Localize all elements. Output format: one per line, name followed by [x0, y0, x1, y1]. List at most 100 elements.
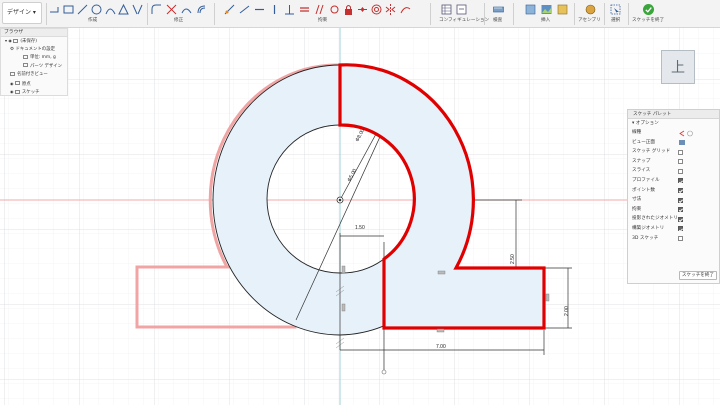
browser-item-design-type[interactable]: パーツ デザイン	[1, 63, 67, 72]
palette-row-label: 寸法	[632, 197, 642, 203]
checkbox-points[interactable]	[678, 188, 683, 194]
checkbox-construction-geometry[interactable]	[678, 226, 683, 232]
linetype-icon[interactable]	[678, 130, 686, 137]
checkbox-3d-sketch[interactable]	[678, 236, 683, 242]
palette-row-label: 投影されたジオメトリ	[632, 216, 678, 222]
extend-icon[interactable]	[180, 3, 193, 16]
dim-offset[interactable]: 1.50	[355, 225, 365, 231]
group-label-create[interactable]: 作成	[88, 17, 97, 23]
eye-icon[interactable]: ◉	[10, 81, 14, 86]
trim-icon[interactable]	[165, 3, 178, 16]
rectangle-icon[interactable]	[62, 3, 75, 16]
mirror-icon[interactable]	[131, 3, 144, 16]
browser-item-named-views[interactable]: 名前付きビュー	[1, 71, 67, 80]
palette-section-options[interactable]: ▾ オプション	[628, 119, 719, 128]
checkbox-grid[interactable]	[678, 149, 683, 155]
equal-icon[interactable]	[298, 3, 311, 16]
palette-row-label: 3D スケッチ	[632, 235, 659, 241]
parallel-icon[interactable]	[313, 3, 326, 16]
browser-item-sketches[interactable]: ◉ スケッチ	[1, 88, 67, 97]
curvature-icon[interactable]	[399, 3, 412, 16]
group-label-configurations[interactable]: コンフィギュレーション	[439, 17, 489, 23]
measure-icon[interactable]	[492, 3, 505, 16]
vertical-icon[interactable]	[268, 3, 281, 16]
gear-icon: ⚙	[10, 46, 15, 52]
workspace-switcher[interactable]: デザイン ▾	[2, 2, 42, 24]
checkbox-projected-geometry[interactable]	[678, 216, 683, 222]
viewcube[interactable]: 上	[661, 50, 695, 84]
circle-icon[interactable]	[90, 3, 103, 16]
palette-row-dimensions: 寸法	[628, 195, 719, 205]
config-icon[interactable]	[455, 3, 468, 16]
browser-item-origin[interactable]: ◉ 原点	[1, 80, 67, 89]
coincident-icon[interactable]	[223, 3, 236, 16]
checkbox-snap[interactable]	[678, 159, 683, 165]
palette-row-points: ポイント数	[628, 186, 719, 196]
checkbox-profile[interactable]	[678, 178, 683, 184]
checkbox-constraints[interactable]	[678, 207, 683, 213]
group-label-assemble[interactable]: アセンブリ	[578, 17, 601, 23]
palette-row-slice: スライス	[628, 166, 719, 176]
browser-panel: ブラウザ ▾ ◉ (未保存) ⚙ ドキュメントの設定 単位: mm, g パーツ…	[0, 28, 68, 96]
browser-item-settings[interactable]: ⚙ ドキュメントの設定	[1, 46, 67, 55]
folder-icon	[14, 89, 20, 94]
polygon-icon[interactable]	[117, 3, 130, 16]
joint-icon[interactable]	[584, 3, 597, 16]
tangent-icon[interactable]	[328, 3, 341, 16]
palette-row-projected-geometry: 投影されたジオメトリ	[628, 214, 719, 224]
palette-row-label: 拘束	[632, 206, 642, 212]
symmetry-icon[interactable]	[384, 3, 397, 16]
chevron-down-icon[interactable]: ▾	[5, 38, 7, 43]
palette-row-label: 線種	[632, 130, 642, 135]
group-label-select[interactable]: 選択	[611, 17, 620, 23]
palette-row-label: スナップ	[632, 158, 651, 164]
finish-sketch-button[interactable]: スケッチを終了	[679, 271, 717, 280]
viewcube-face-label[interactable]: 上	[671, 57, 685, 77]
palette-row-constraints: 拘束	[628, 205, 719, 215]
eye-icon[interactable]: ◉	[8, 38, 12, 43]
insert-derive-icon[interactable]	[524, 3, 537, 16]
group-label-inspect[interactable]: 検査	[493, 17, 502, 23]
origin-point[interactable]	[336, 196, 344, 204]
browser-item-label: スケッチ	[21, 90, 40, 95]
insert-svg-icon[interactable]	[556, 3, 569, 16]
group-label-finish-sketch[interactable]: スケッチを終了	[632, 17, 664, 23]
browser-item-units[interactable]: 単位: mm, g	[1, 54, 67, 63]
finish-sketch-icon[interactable]	[642, 3, 655, 16]
table-icon[interactable]	[440, 3, 453, 16]
construction-icon[interactable]	[686, 130, 694, 137]
line-icon[interactable]	[76, 3, 89, 16]
browser-item-document[interactable]: ▾ ◉ (未保存)	[1, 37, 67, 46]
arc-icon[interactable]	[104, 3, 117, 16]
offset-icon[interactable]	[195, 3, 208, 16]
sketch-point[interactable]	[381, 369, 387, 375]
insert-image-icon[interactable]	[540, 3, 553, 16]
palette-row-label: ビュー正面	[632, 139, 655, 145]
horizontal-icon[interactable]	[253, 3, 266, 16]
concentric-icon[interactable]	[370, 3, 383, 16]
checkbox-slice[interactable]	[678, 168, 683, 174]
fillet-icon[interactable]	[150, 3, 163, 16]
sketch-canvas[interactable]: Φ8.00 Φ5.00 1.50 2.50 2.00 7.00	[0, 28, 720, 405]
folder-icon	[14, 81, 20, 85]
checkbox-dimensions[interactable]	[678, 197, 683, 203]
collinear-icon[interactable]	[238, 3, 251, 16]
palette-row-label: スケッチ グリッド	[632, 149, 671, 155]
look-at-icon[interactable]	[678, 139, 686, 146]
dim-height-a[interactable]: 2.50	[510, 254, 516, 264]
undo-icon[interactable]	[48, 3, 61, 16]
eye-icon[interactable]: ◉	[10, 89, 14, 94]
browser-item-label: 原点	[21, 81, 31, 87]
dim-length[interactable]: 7.00	[436, 344, 446, 350]
group-label-constraints[interactable]: 拘束	[318, 17, 327, 23]
group-label-insert[interactable]: 挿入	[541, 17, 550, 23]
perpendicular-icon[interactable]	[283, 3, 296, 16]
palette-row-grid: スケッチ グリッド	[628, 147, 719, 157]
dim-height-b[interactable]: 2.00	[564, 306, 570, 316]
group-label-modify[interactable]: 修正	[174, 17, 183, 23]
lock-icon[interactable]	[342, 3, 355, 16]
palette-title[interactable]: スケッチ パレット	[628, 110, 719, 119]
select-icon[interactable]	[609, 3, 622, 16]
midpoint-icon[interactable]	[356, 3, 369, 16]
document-icon	[13, 38, 19, 43]
